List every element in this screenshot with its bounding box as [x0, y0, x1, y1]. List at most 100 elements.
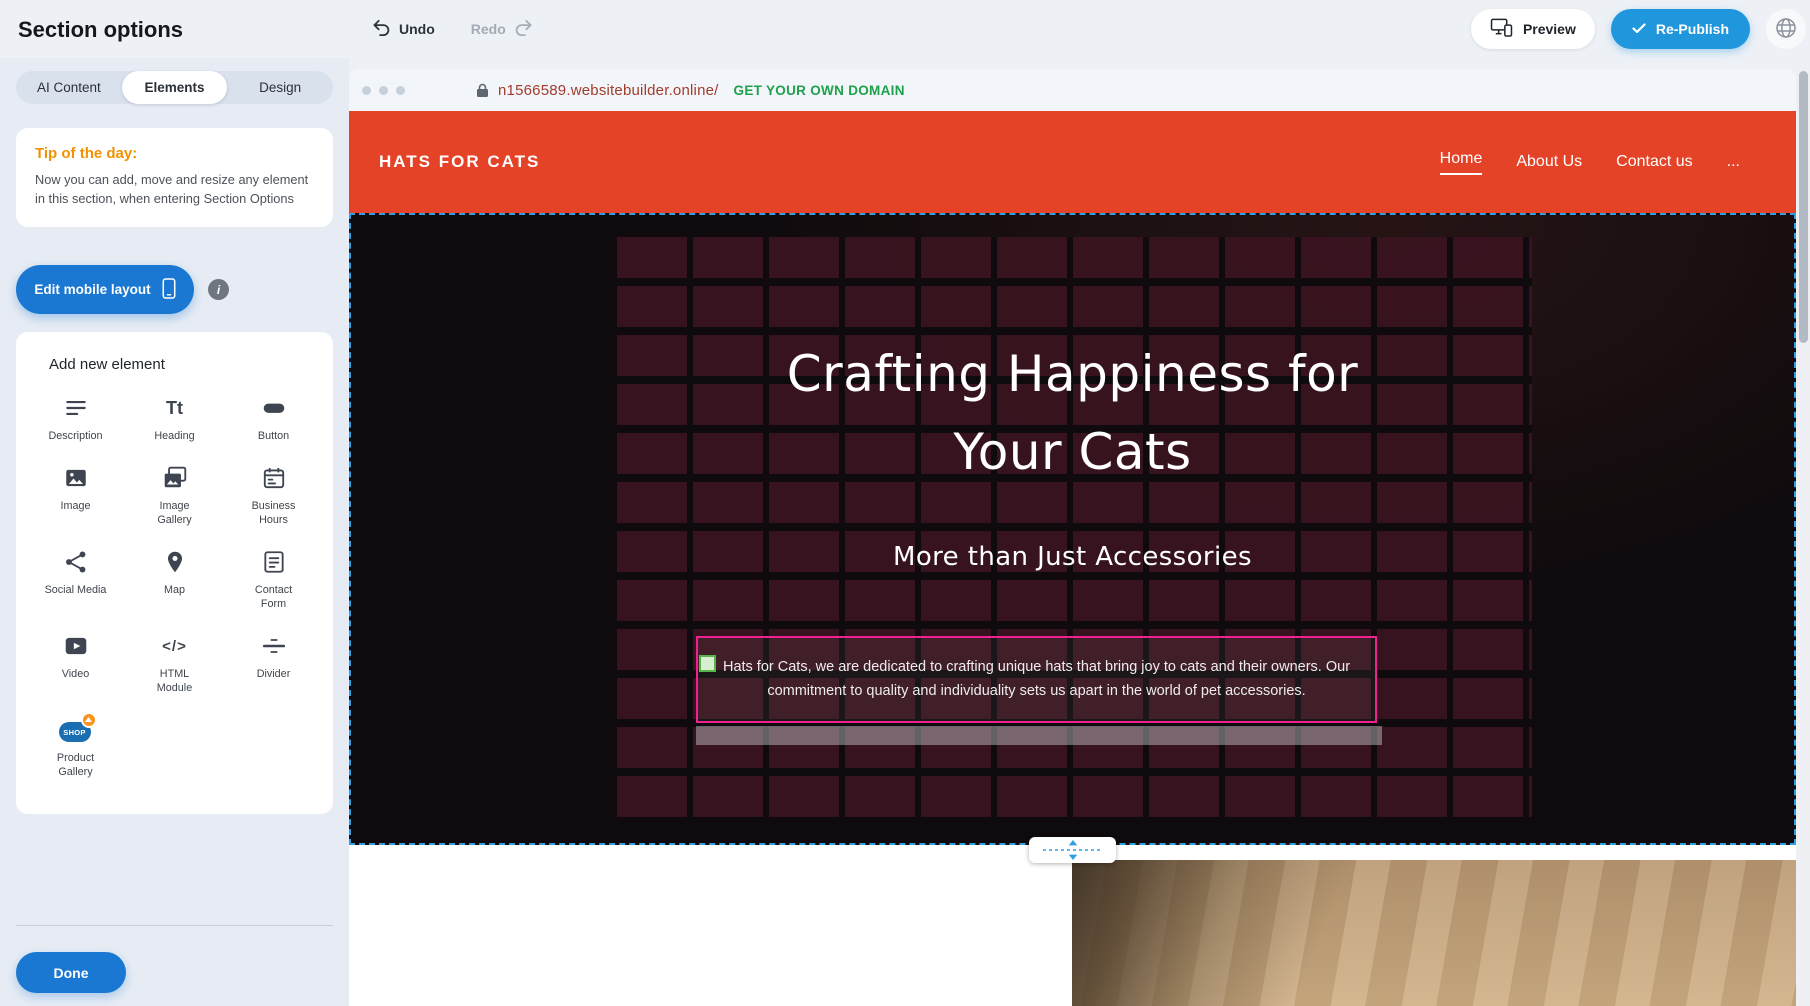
undo-icon: [372, 19, 391, 39]
nav-about-us[interactable]: About Us: [1516, 153, 1582, 171]
panel-tabs: AI Content Elements Design: [16, 71, 333, 104]
video-icon: [63, 631, 89, 661]
tip-of-the-day-card: Tip of the day: Now you can add, move an…: [16, 128, 333, 227]
republish-button[interactable]: Re-Publish: [1611, 9, 1750, 49]
hero-paragraph: Hats for Cats, we are dedicated to craft…: [698, 656, 1375, 704]
resize-arrows-icon: [1040, 839, 1106, 861]
element-image[interactable]: Image: [26, 455, 125, 531]
element-label: Image: [60, 499, 90, 513]
selected-text-element[interactable]: Hats for Cats, we are dedicated to craft…: [696, 636, 1377, 723]
social-media-icon: [63, 547, 89, 577]
tip-body: Now you can add, move and resize any ele…: [35, 171, 314, 208]
redo-icon: [514, 19, 533, 39]
element-image-gallery[interactable]: Image Gallery: [125, 455, 224, 531]
lock-icon: [476, 83, 489, 98]
site-url[interactable]: n1566589.websitebuilder.online/: [498, 82, 719, 99]
element-label: Business Hours: [242, 499, 306, 527]
element-label: Image Gallery: [143, 499, 207, 527]
done-button[interactable]: Done: [16, 952, 126, 993]
divider-icon: [261, 631, 287, 661]
tab-design[interactable]: Design: [227, 71, 333, 104]
tab-ai-content[interactable]: AI Content: [16, 71, 122, 104]
hero-section-selected[interactable]: Crafting Happiness for Your Cats More th…: [349, 213, 1796, 845]
globe-icon: [1774, 16, 1798, 43]
window-control-dot: [396, 86, 405, 95]
undo-button[interactable]: Undo: [372, 19, 435, 39]
heading-icon: Tt: [166, 393, 183, 423]
drop-highlight-strip: [696, 726, 1382, 745]
section-options-sidebar: AI Content Elements Design Tip of the da…: [0, 58, 349, 1006]
map-pin-icon: [162, 547, 188, 577]
scrollbar-thumb[interactable]: [1799, 71, 1808, 343]
description-icon: [63, 393, 89, 423]
phone-icon: [162, 278, 176, 302]
product-gallery-shop-icon: SHOP: [59, 715, 93, 745]
element-label: Divider: [257, 667, 291, 681]
hero-subheading[interactable]: More than Just Accessories: [351, 542, 1794, 572]
preview-button[interactable]: Preview: [1471, 9, 1595, 49]
element-video[interactable]: Video: [26, 623, 125, 699]
preview-devices-icon: [1490, 18, 1513, 40]
bottom-section-image: [1072, 860, 1796, 1006]
nav-more[interactable]: ...: [1727, 153, 1740, 171]
page-title: Section options: [18, 17, 183, 43]
window-control-dot: [362, 86, 371, 95]
app-root: Section options Undo Redo Preview: [0, 0, 1810, 1006]
element-label: Button: [258, 429, 289, 443]
section-height-resize-handle[interactable]: [1029, 837, 1116, 863]
element-description[interactable]: Description: [26, 385, 125, 447]
next-section[interactable]: [349, 845, 1796, 1006]
element-button[interactable]: Button: [224, 385, 323, 447]
nav-contact-us[interactable]: Contact us: [1616, 153, 1692, 171]
element-label: Heading: [154, 429, 194, 443]
info-icon[interactable]: i: [208, 279, 229, 300]
element-map[interactable]: Map: [125, 539, 224, 615]
element-resize-handle[interactable]: [699, 655, 716, 672]
tip-title: Tip of the day:: [35, 145, 314, 162]
element-label: HTML Module: [143, 667, 207, 695]
element-html-module[interactable]: </> HTML Module: [125, 623, 224, 699]
preview-label: Preview: [1523, 21, 1576, 37]
element-contact-form[interactable]: Contact Form: [224, 539, 323, 615]
element-label: Product Gallery: [44, 751, 108, 779]
image-gallery-icon: [162, 463, 188, 493]
element-business-hours[interactable]: Business Hours: [224, 455, 323, 531]
element-divider[interactable]: Divider: [224, 623, 323, 699]
check-icon: [1632, 21, 1646, 37]
scrollbar[interactable]: [1797, 69, 1810, 1006]
element-label: Video: [62, 667, 89, 681]
element-product-gallery[interactable]: SHOP Product Gallery: [26, 707, 125, 783]
contact-form-icon: [261, 547, 287, 577]
tab-elements[interactable]: Elements: [122, 71, 228, 104]
element-label: Map: [164, 583, 185, 597]
republish-label: Re-Publish: [1656, 21, 1729, 37]
nav-home[interactable]: Home: [1440, 150, 1483, 175]
element-social-media[interactable]: Social Media: [26, 539, 125, 615]
undo-label: Undo: [399, 21, 435, 37]
history-controls: Undo Redo: [372, 0, 533, 58]
element-label: Social Media: [45, 583, 107, 597]
sidebar-divider: [16, 925, 333, 926]
language-globe-button[interactable]: [1766, 9, 1806, 49]
element-label: Contact Form: [242, 583, 306, 611]
premium-badge-icon: [81, 712, 97, 728]
button-icon: [261, 393, 287, 423]
element-grid: Description Tt Heading Button: [26, 385, 323, 783]
window-control-dot: [379, 86, 388, 95]
site-nav: Home About Us Contact us ...: [1440, 150, 1740, 175]
element-heading[interactable]: Tt Heading: [125, 385, 224, 447]
edit-mobile-layout-button[interactable]: Edit mobile layout: [16, 265, 194, 314]
add-element-title: Add new element: [49, 356, 323, 373]
redo-label: Redo: [471, 21, 506, 37]
edit-mobile-label: Edit mobile layout: [34, 282, 150, 297]
redo-button[interactable]: Redo: [471, 19, 533, 39]
business-hours-icon: [261, 463, 287, 493]
topbar: Section options Undo Redo Preview: [0, 0, 1810, 58]
element-label: Description: [48, 429, 102, 443]
site-logo[interactable]: HATS FOR CATS: [379, 152, 540, 172]
image-icon: [63, 463, 89, 493]
hero-heading[interactable]: Crafting Happiness for Your Cats: [351, 335, 1794, 491]
editor-canvas: n1566589.websitebuilder.online/ GET YOUR…: [349, 69, 1796, 1006]
get-domain-link[interactable]: GET YOUR OWN DOMAIN: [734, 83, 905, 98]
site-header[interactable]: HATS FOR CATS Home About Us Contact us .…: [349, 111, 1796, 213]
